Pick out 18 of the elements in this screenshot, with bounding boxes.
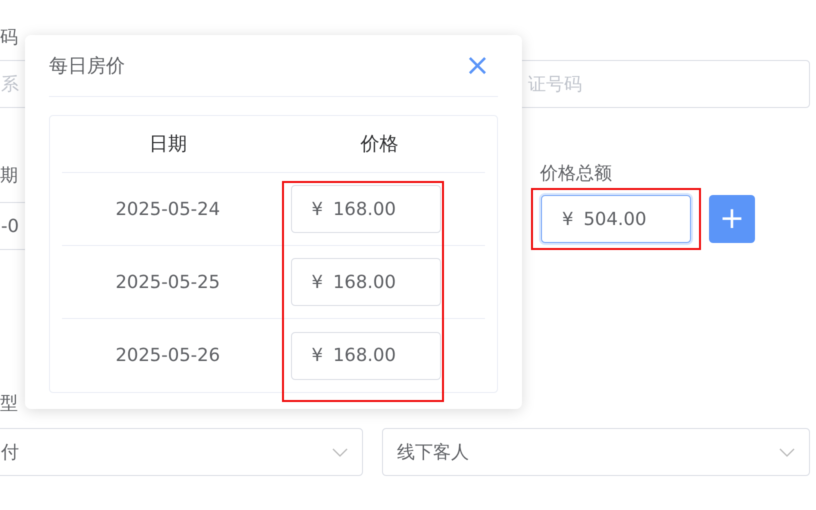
date-cell: 2025-05-24 bbox=[115, 198, 220, 220]
popover-title: 每日房价 bbox=[49, 54, 125, 78]
select-field[interactable]: 线下客人 bbox=[382, 428, 810, 476]
field-label: 型 bbox=[0, 392, 19, 416]
column-header: 日期 bbox=[62, 116, 274, 173]
field-label: 码 bbox=[0, 26, 19, 50]
field-label: 期 bbox=[0, 164, 19, 188]
field-label: 价格总额 bbox=[540, 162, 613, 186]
date-cell: 2025-05-25 bbox=[115, 272, 220, 292]
chevron-down-icon bbox=[332, 448, 348, 456]
chevron-down-icon bbox=[779, 448, 795, 456]
column-header: 价格 bbox=[274, 116, 485, 173]
select-field[interactable]: 付 bbox=[0, 428, 363, 476]
date-cell: 2025-05-26 bbox=[115, 345, 220, 366]
price-field[interactable]: ¥ 168.00 bbox=[290, 332, 440, 380]
total-price-field[interactable]: ¥ 504.00 bbox=[541, 195, 691, 243]
price-field[interactable]: ¥ 168.00 bbox=[290, 185, 440, 233]
price-field[interactable]: ¥ 168.00 bbox=[290, 258, 440, 306]
